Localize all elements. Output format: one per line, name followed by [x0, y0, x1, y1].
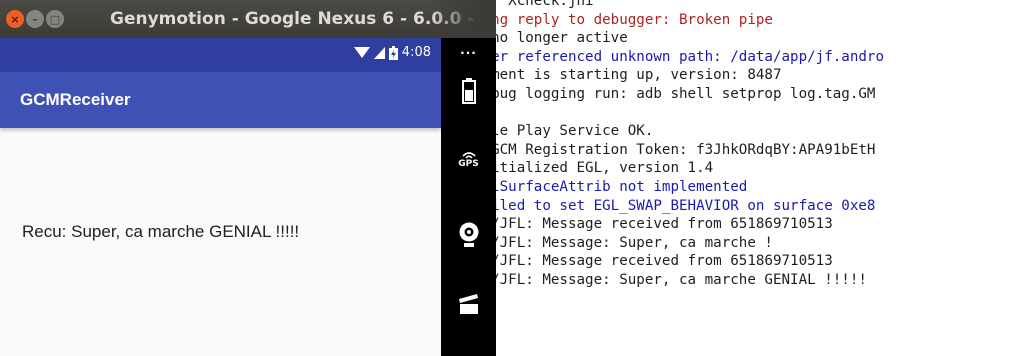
log-line: I/JFL: Message received from 65186971051… — [474, 253, 833, 270]
app-title: GCMReceiver — [20, 90, 131, 109]
log-line: ng Xcheck:jni — [474, 0, 594, 9]
webcam-icon[interactable] — [441, 221, 496, 249]
emulator-window: × – □ Genymotion - Google Nexus 6 - 6.0.… — [0, 0, 496, 356]
log-line: rement is starting up, version: 8487 — [474, 67, 782, 84]
logcat-output: ng Xcheck:jni ling reply to debugger: Bro… — [474, 0, 884, 290]
app-bar: GCMReceiver — [0, 72, 441, 128]
log-line: I/JFL: Message: Super, ca marche GENIAL … — [474, 271, 867, 288]
gps-icon[interactable]: GPS — [441, 150, 496, 169]
battery-status-icon — [388, 45, 398, 60]
log-line: ader referenced unknown path: /data/app/… — [474, 48, 884, 65]
log-line: Initialized EGL, version 1.4 — [474, 160, 714, 177]
log-line: debug logging run: adb shell setprop log… — [474, 85, 876, 102]
video-capture-icon[interactable] — [441, 293, 496, 315]
gps-label: GPS — [458, 159, 479, 169]
received-message: Recu: Super, ca marche GENIAL !!!!! — [22, 222, 300, 241]
status-time: 4:08 — [401, 45, 431, 60]
maximize-button[interactable]: □ — [46, 10, 64, 28]
window-title: Genymotion - Google Nexus 6 - 6.0.0 - — [110, 9, 475, 29]
log-line: I/JFL: Message: Super, ca marche ! — [474, 234, 773, 251]
battery-icon[interactable] — [441, 78, 496, 104]
cell-signal-icon — [373, 46, 385, 59]
log-line: I/JFL: Message received from 65186971051… — [474, 216, 833, 233]
status-icons: 4:08 — [353, 45, 431, 60]
log-line: ling reply to debugger: Broken pipe — [474, 11, 773, 28]
android-screen[interactable]: 4:08 GCMReceiver Recu: Super, ca marche … — [0, 38, 441, 356]
more-icon[interactable]: ... — [441, 43, 496, 57]
log-line: : no longer active — [474, 30, 628, 47]
status-bar: 4:08 — [0, 38, 441, 72]
title-fade — [430, 0, 496, 38]
log-line: Failed to set EGL_SWAP_BEHAVIOR on surfa… — [474, 197, 876, 214]
wifi-icon — [353, 47, 370, 58]
log-line: eglSurfaceAttrib not implemented — [474, 178, 748, 195]
genymotion-toolbar: ... GPS — [441, 38, 496, 356]
log-line: : GCM Registration Token: f3JhkORdqBY:AP… — [474, 141, 876, 158]
minimize-button[interactable]: – — [26, 10, 44, 28]
log-line: ogle Play Service OK. — [474, 123, 654, 140]
close-button[interactable]: × — [6, 10, 24, 28]
window-titlebar[interactable]: × – □ Genymotion - Google Nexus 6 - 6.0.… — [0, 0, 496, 38]
